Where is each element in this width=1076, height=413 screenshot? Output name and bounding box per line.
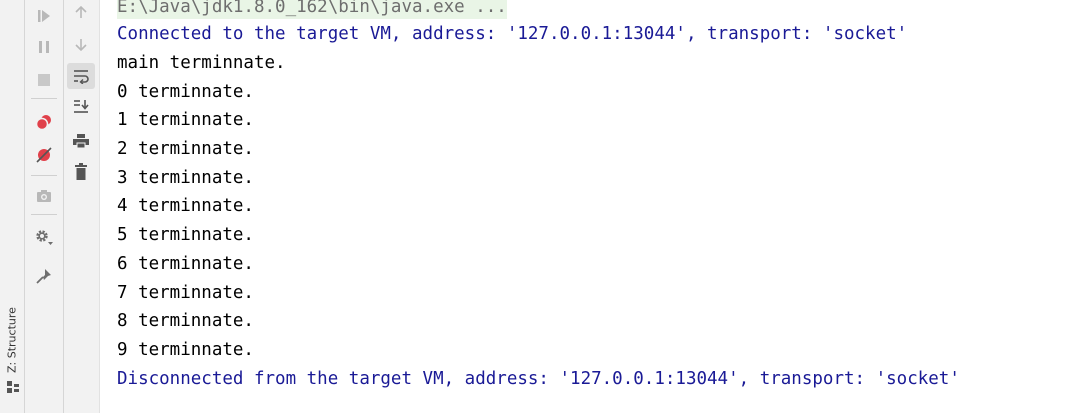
toolbar-divider xyxy=(31,98,57,99)
output-line: 0 terminnate. xyxy=(117,82,254,102)
print-button[interactable] xyxy=(68,129,94,153)
pause-icon xyxy=(39,41,49,53)
output-line: 7 terminnate. xyxy=(117,283,254,303)
pin-icon xyxy=(36,269,51,284)
scroll-to-end-button[interactable] xyxy=(68,94,94,118)
camera-icon xyxy=(37,190,51,202)
command-line: E:\Java\jdk1.8.0_162\bin\java.exe ... xyxy=(117,0,507,19)
scroll-end-icon xyxy=(74,100,89,113)
output-line: 3 terminnate. xyxy=(117,168,254,188)
debug-toolbar xyxy=(25,0,64,413)
soft-wrap-toggle[interactable] xyxy=(67,63,95,89)
print-icon xyxy=(73,134,89,149)
arrow-up-icon xyxy=(75,5,87,18)
connected-message: Connected to the target VM, address: '12… xyxy=(117,24,908,44)
structure-tab[interactable]: Z: Structure xyxy=(3,300,21,380)
disconnected-message: Disconnected from the target VM, address… xyxy=(117,369,960,389)
next-occurrence-button[interactable] xyxy=(68,33,94,57)
view-breakpoints-button[interactable] xyxy=(31,110,57,134)
output-line: 4 terminnate. xyxy=(117,196,254,216)
toolbar-divider xyxy=(31,175,57,176)
mute-breakpoints-icon xyxy=(36,147,52,163)
gear-icon xyxy=(36,230,53,245)
stop-button[interactable] xyxy=(31,68,57,92)
structure-tool-strip: Z: Structure xyxy=(0,0,25,413)
resume-button[interactable] xyxy=(31,4,57,28)
console-toolbar xyxy=(64,0,100,413)
clear-all-button[interactable] xyxy=(68,160,94,184)
settings-button[interactable] xyxy=(31,225,57,249)
output-line: 6 terminnate. xyxy=(117,254,254,274)
structure-icon xyxy=(7,381,19,393)
soft-wrap-icon xyxy=(74,70,89,84)
output-line: 5 terminnate. xyxy=(117,225,254,245)
breakpoints-icon xyxy=(35,115,51,131)
output-line: 9 terminnate. xyxy=(117,340,254,360)
get-thread-dump-button[interactable] xyxy=(31,184,57,208)
console-output[interactable]: E:\Java\jdk1.8.0_162\bin\java.exe ... Co… xyxy=(117,0,1076,413)
output-line: 1 terminnate. xyxy=(117,110,254,130)
previous-occurrence-button[interactable] xyxy=(68,0,94,24)
resume-icon xyxy=(38,10,50,22)
output-line: main terminnate. xyxy=(117,53,286,73)
toolbar-divider xyxy=(31,214,57,215)
pin-tab-button[interactable] xyxy=(31,264,57,288)
output-line: 8 terminnate. xyxy=(117,311,254,331)
output-line: 2 terminnate. xyxy=(117,139,254,159)
mute-breakpoints-button[interactable] xyxy=(31,143,57,167)
pause-button[interactable] xyxy=(31,35,57,59)
stop-icon xyxy=(38,74,50,86)
arrow-down-icon xyxy=(75,39,87,52)
trash-icon xyxy=(75,163,87,180)
